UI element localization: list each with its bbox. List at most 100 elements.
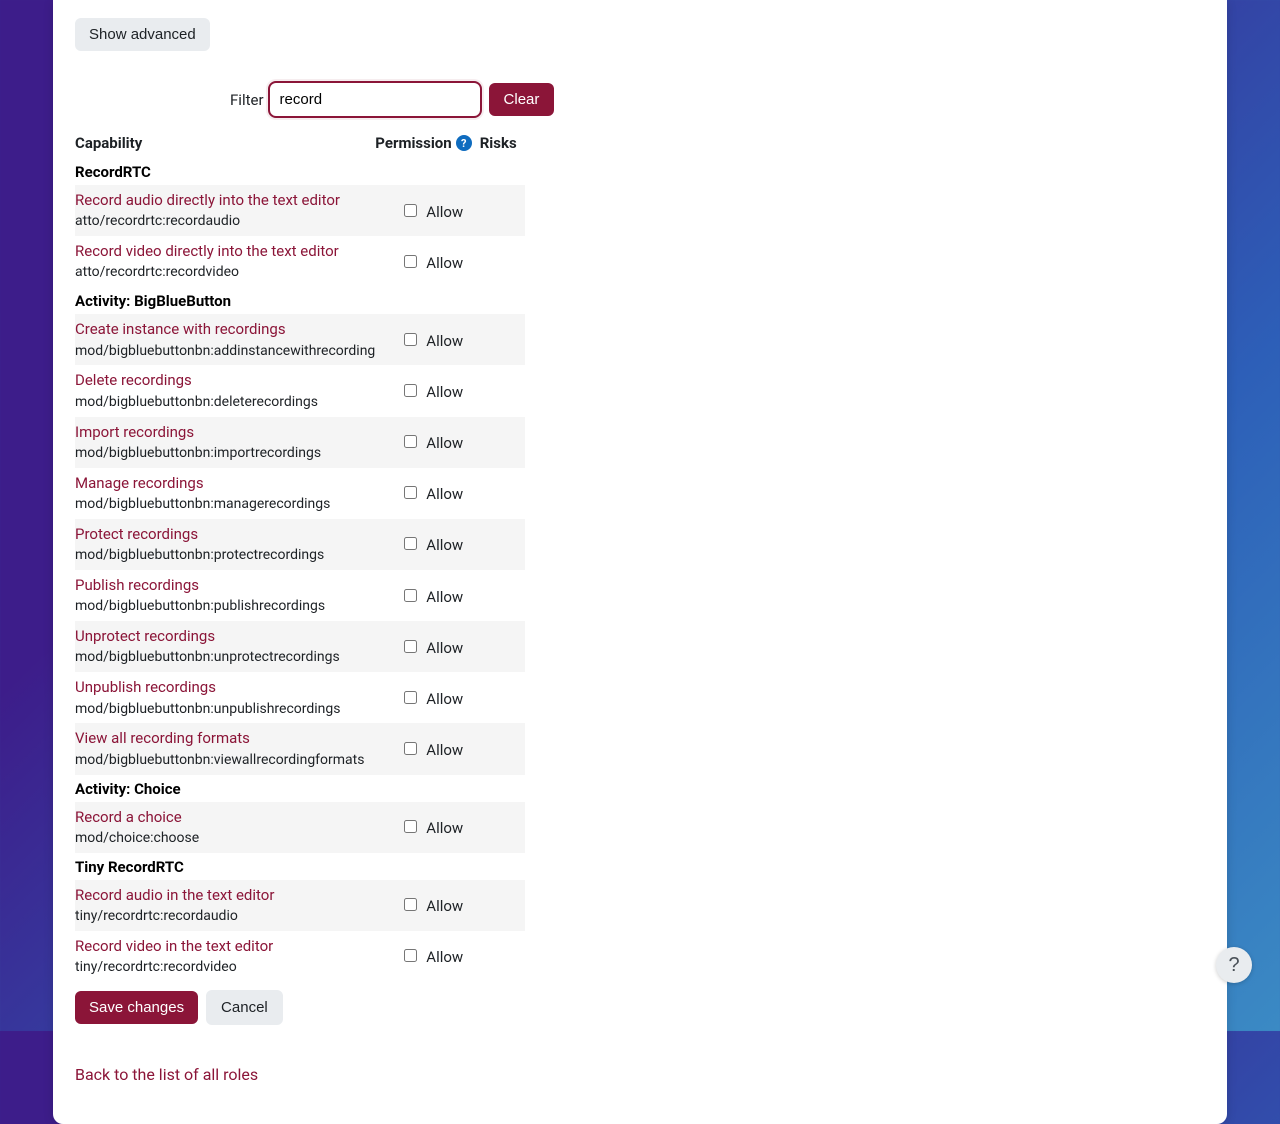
cap-link[interactable]: Unpublish recordings [75, 678, 216, 696]
cap-cell: Manage recordings mod/bigbluebuttonbn:man… [75, 468, 375, 519]
cap-cell: Unpublish recordingsmod/bigbluebuttonbn:… [75, 672, 375, 723]
risks-cell [480, 931, 525, 982]
cap-code: mod/bigbluebuttonbn:importrecordings [75, 445, 321, 461]
risks-cell [480, 468, 525, 519]
cap-code: mod/bigbluebuttonbn:deleterecordings [75, 394, 318, 410]
cap-cell: Record audio in the text editortiny/reco… [75, 880, 375, 931]
cap-code: atto/recordrtc:recordaudio [75, 213, 240, 229]
allow-label: Allow [426, 332, 463, 350]
allow-checkbox[interactable] [404, 898, 417, 911]
col-permission: Permission ? [375, 128, 479, 158]
allow-checkbox[interactable] [404, 333, 417, 346]
cap-row: Publish recordings mod/bigbluebuttonbn:pu… [75, 570, 525, 621]
cap-row: Import recordings mod/bigbluebuttonbn:imp… [75, 417, 525, 468]
cap-cell: Record video in the text editortiny/reco… [75, 931, 375, 982]
allow-checkbox[interactable] [404, 435, 417, 448]
help-icon[interactable]: ? [456, 135, 472, 151]
cap-link[interactable]: Import recordings [75, 423, 194, 441]
permission-cell: Allow [375, 365, 479, 416]
clear-button[interactable]: Clear [489, 83, 555, 116]
cap-link[interactable]: Publish recordings [75, 576, 199, 594]
cap-link[interactable]: Delete recordings [75, 371, 192, 389]
col-capability: Capability [75, 128, 375, 158]
allow-checkbox[interactable] [404, 384, 417, 397]
allow-checkbox[interactable] [404, 742, 417, 755]
filter-label: Filter [230, 91, 264, 109]
allow-label: Allow [426, 639, 463, 657]
cap-link[interactable]: Protect recordings [75, 525, 198, 543]
allow-checkbox[interactable] [404, 204, 417, 217]
show-advanced-button[interactable]: Show advanced [75, 18, 210, 51]
permission-cell: Allow [375, 417, 479, 468]
cap-code: mod/bigbluebuttonbn:viewallrecordingform… [75, 752, 364, 768]
cap-link[interactable]: View all recording formats [75, 729, 250, 747]
allow-label: Allow [426, 203, 463, 221]
risks-cell [480, 519, 525, 570]
permission-cell: Allow [375, 802, 479, 853]
allow-checkbox[interactable] [404, 820, 417, 833]
permission-cell: Allow [375, 931, 479, 982]
allow-label: Allow [426, 383, 463, 401]
cap-link[interactable]: Record video in the text editor [75, 937, 273, 955]
risks-cell [480, 672, 525, 723]
risks-cell [480, 314, 525, 365]
button-row: Save changes Cancel [75, 990, 1205, 1025]
allow-checkbox[interactable] [404, 255, 417, 268]
permission-cell: Allow [375, 723, 479, 774]
cap-link[interactable]: Create instance with recordings [75, 320, 286, 338]
risks-cell [480, 802, 525, 853]
cap-row: View all recording formats mod/bigbluebut… [75, 723, 525, 774]
floating-help-icon[interactable]: ? [1216, 947, 1252, 983]
permission-label: Permission [375, 134, 451, 152]
group-title: Tiny RecordRTC [75, 853, 525, 880]
filter-input[interactable] [268, 81, 482, 118]
allow-checkbox[interactable] [404, 691, 417, 704]
back-link[interactable]: Back to the list of all roles [75, 1065, 258, 1084]
allow-checkbox[interactable] [404, 949, 417, 962]
cap-row: Record audio directly into the text edit… [75, 185, 525, 236]
permission-cell: Allow [375, 468, 479, 519]
cap-link[interactable]: Record audio directly into the text edit… [75, 191, 340, 209]
allow-label: Allow [426, 819, 463, 837]
risks-cell [480, 570, 525, 621]
cap-cell: View all recording formats mod/bigbluebut… [75, 723, 375, 774]
cap-row: Record audio in the text editortiny/reco… [75, 880, 525, 931]
allow-label: Allow [426, 485, 463, 503]
cap-cell: Record video directly into the text edit… [75, 236, 375, 287]
cap-link[interactable]: Record a choice [75, 808, 182, 826]
cap-row: Create instance with recordings mod/bigbl… [75, 314, 525, 365]
allow-checkbox[interactable] [404, 640, 417, 653]
group-head: Activity: BigBlueButton [75, 287, 525, 314]
allow-checkbox[interactable] [404, 589, 417, 602]
col-risks: Risks [480, 128, 525, 158]
group-head: RecordRTC [75, 158, 525, 185]
cap-code: mod/bigbluebuttonbn:addinstancewithrecor… [75, 343, 375, 359]
allow-checkbox[interactable] [404, 486, 417, 499]
risks-cell [480, 621, 525, 672]
allow-checkbox[interactable] [404, 537, 417, 550]
cap-code: mod/bigbluebuttonbn:publishrecordings [75, 598, 325, 614]
allow-label: Allow [426, 536, 463, 554]
group-head: Activity: Choice [75, 775, 525, 802]
allow-label: Allow [426, 588, 463, 606]
allow-label: Allow [426, 690, 463, 708]
cap-link[interactable]: Record video directly into the text edit… [75, 242, 339, 260]
cap-link[interactable]: Manage recordings [75, 474, 204, 492]
cap-row: Record video directly into the text edit… [75, 236, 525, 287]
capabilities-table: Capability Permission ? Risks RecordRTC R… [75, 128, 525, 982]
cap-link[interactable]: Record audio in the text editor [75, 886, 274, 904]
cancel-button[interactable]: Cancel [206, 990, 283, 1025]
cap-row: Manage recordings mod/bigbluebuttonbn:man… [75, 468, 525, 519]
save-button[interactable]: Save changes [75, 991, 198, 1024]
risks-cell [480, 185, 525, 236]
cap-cell: Record audio directly into the text edit… [75, 185, 375, 236]
cap-code: mod/bigbluebuttonbn:managerecordings [75, 496, 330, 512]
permission-cell: Allow [375, 314, 479, 365]
cap-code: mod/bigbluebuttonbn:protectrecordings [75, 547, 324, 563]
cap-link[interactable]: Unprotect recordings [75, 627, 215, 645]
cap-cell: Delete recordings mod/bigbluebuttonbn:del… [75, 365, 375, 416]
permission-cell: Allow [375, 621, 479, 672]
cap-row: Record a choicemod/choice:chooseAllow [75, 802, 525, 853]
cap-cell: Import recordings mod/bigbluebuttonbn:imp… [75, 417, 375, 468]
risks-cell [480, 417, 525, 468]
